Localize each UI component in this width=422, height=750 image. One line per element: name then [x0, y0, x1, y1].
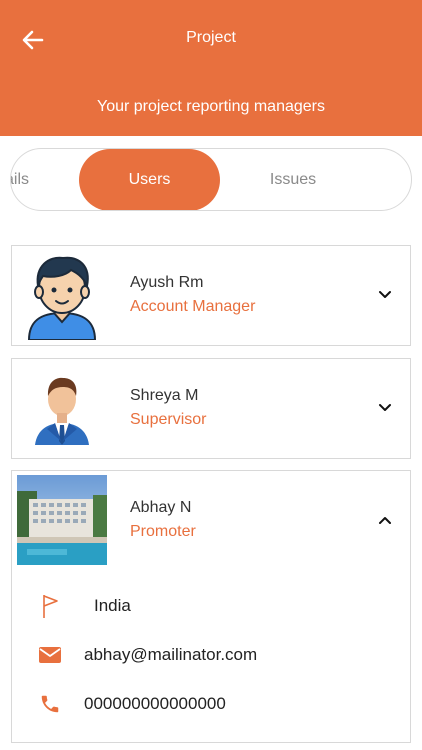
detail-country-text: India: [94, 596, 131, 615]
tab-bar: ails Users Issues: [10, 148, 412, 211]
chevron-down-icon[interactable]: [378, 403, 392, 413]
mail-icon: [38, 642, 62, 668]
phone-icon: [38, 691, 62, 717]
detail-email: abhay@mailinator.com: [12, 640, 410, 670]
detail-phone: 000000000000000: [12, 689, 410, 719]
user-name: Ayush Rm: [130, 274, 204, 291]
avatar: [17, 475, 107, 565]
app-header: Project Your project reporting managers: [0, 0, 422, 136]
user-role: Account Manager: [130, 298, 256, 315]
avatar: [27, 256, 97, 340]
user-name: Abhay N: [130, 499, 192, 516]
user-card-expanded[interactable]: Abhay N Promoter India abhay@mailinator.…: [11, 470, 411, 743]
tab-issues[interactable]: Issues: [233, 149, 353, 210]
user-card[interactable]: Shreya M Supervisor: [11, 358, 411, 459]
tab-users[interactable]: Users: [79, 149, 220, 210]
user-role: Supervisor: [130, 411, 207, 428]
avatar: [35, 377, 89, 445]
detail-phone-text[interactable]: 000000000000000: [84, 694, 226, 714]
flag-icon: [38, 593, 62, 619]
user-card[interactable]: Ayush Rm Account Manager: [11, 245, 411, 346]
user-name: Shreya M: [130, 387, 199, 404]
page-subtitle: Your project reporting managers: [97, 98, 325, 115]
user-role: Promoter: [130, 523, 196, 540]
page-title: Project: [186, 29, 236, 46]
detail-country: India: [12, 591, 410, 621]
chevron-down-icon[interactable]: [378, 290, 392, 300]
detail-email-text[interactable]: abhay@mailinator.com: [84, 645, 257, 665]
chevron-up-icon[interactable]: [378, 515, 392, 525]
tab-details[interactable]: ails: [11, 149, 39, 210]
